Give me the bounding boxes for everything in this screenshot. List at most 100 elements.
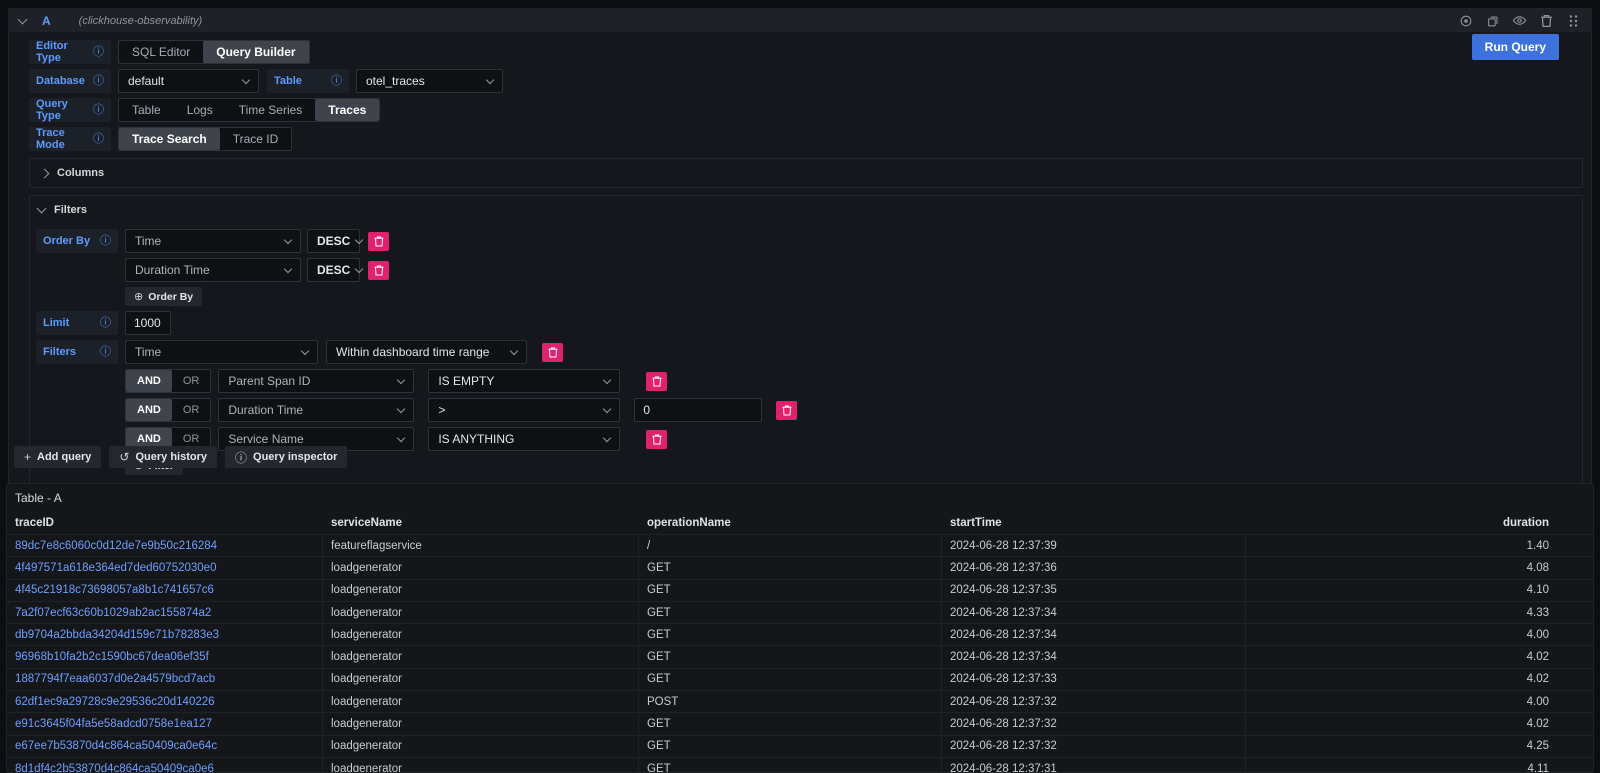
columns-section-header[interactable]: Columns: [36, 163, 1576, 183]
service-name-cell: loadgenerator: [323, 602, 639, 623]
or-option[interactable]: OR: [172, 370, 211, 392]
trace-id-link[interactable]: 4f45c21918c73698057a8b1c741657c6: [15, 584, 214, 596]
start-time-cell: 2024-06-28 12:37:39: [942, 535, 1246, 556]
conjunction-toggle: AND OR: [125, 398, 211, 422]
start-time-cell: 2024-06-28 12:37:32: [942, 691, 1246, 712]
remove-order-by-button[interactable]: [368, 261, 389, 280]
remove-filter-button[interactable]: [646, 430, 667, 449]
info-icon[interactable]: ⓘ: [93, 105, 104, 116]
order-by-field-select[interactable]: Duration Time: [125, 258, 301, 282]
collapse-chevron-icon[interactable]: [18, 14, 28, 24]
trace-id-link[interactable]: 8d1df4c2b53870d4c864ca50409ca0e6: [15, 763, 214, 773]
operation-name-cell: GET: [639, 713, 942, 734]
add-order-by-button[interactable]: ⊕ Order By: [125, 287, 202, 306]
filters-section-header[interactable]: Filters: [36, 200, 1576, 220]
start-time-cell: 2024-06-28 12:37:32: [942, 736, 1246, 757]
info-icon[interactable]: ⓘ: [100, 318, 111, 329]
trace-id-link[interactable]: 89dc7e8c6060c0d12de7e9b50c216284: [15, 540, 217, 552]
info-icon[interactable]: ⓘ: [93, 76, 104, 87]
trace-id-link[interactable]: e67ee7b53870d4c864ca50409ca0e64c: [15, 740, 217, 752]
query-type-traces[interactable]: Traces: [315, 99, 379, 121]
filter-operator-select[interactable]: IS ANYTHING: [428, 427, 620, 451]
filter-field-select[interactable]: Time: [125, 340, 318, 364]
table-row: 89dc7e8c6060c0d12de7e9b50c216284 feature…: [7, 534, 1593, 556]
eye-icon[interactable]: [1512, 13, 1527, 28]
history-icon: ↺: [119, 450, 129, 464]
and-option[interactable]: AND: [126, 370, 172, 392]
query-history-button[interactable]: ↺ Query history: [109, 446, 217, 468]
duration-cell: 4.02: [1246, 646, 1589, 667]
trace-mode-toggle: Trace Search Trace ID: [118, 127, 292, 151]
database-select[interactable]: default: [118, 69, 259, 93]
column-header-servicename[interactable]: serviceName: [323, 511, 639, 534]
operation-name-cell: GET: [639, 624, 942, 645]
order-by-direction-select[interactable]: DESC: [307, 258, 360, 282]
column-header-traceid[interactable]: traceID: [7, 511, 323, 534]
filter-value-input[interactable]: [634, 398, 762, 422]
time-filter-row: Filters ⓘ Time Within dashboard time ran…: [36, 340, 1576, 364]
info-icon[interactable]: ⓘ: [100, 236, 111, 247]
database-label: Database ⓘ: [29, 69, 111, 93]
service-name-cell: loadgenerator: [323, 691, 639, 712]
filter-operator-select[interactable]: Within dashboard time range: [326, 340, 527, 364]
help-icon[interactable]: [1458, 13, 1473, 28]
query-type-logs[interactable]: Logs: [174, 99, 226, 121]
database-row: Database ⓘ default Table ⓘ otel_traces: [29, 69, 1591, 93]
start-time-cell: 2024-06-28 12:37:34: [942, 646, 1246, 667]
remove-filter-button[interactable]: [542, 343, 563, 362]
info-icon[interactable]: ⓘ: [93, 134, 104, 145]
and-option[interactable]: AND: [126, 399, 172, 421]
trace-id-link[interactable]: 1887794f7eaa6037d0e2a4579bcd7acb: [15, 673, 215, 685]
column-header-duration[interactable]: duration: [1246, 511, 1589, 534]
trace-id-link[interactable]: e91c3645f04fa5e58adcd0758e1ea127: [15, 718, 212, 730]
remove-order-by-button[interactable]: [368, 232, 389, 251]
table-row: 4f497571a618e364ed7ded60752030e0 loadgen…: [7, 556, 1593, 578]
order-by-row-1: Order By ⓘ Time DESC: [36, 229, 1576, 253]
query-builder-tab[interactable]: Query Builder: [203, 41, 308, 63]
query-type-time-series[interactable]: Time Series: [226, 99, 316, 121]
duration-cell: 4.02: [1246, 669, 1589, 690]
add-query-button[interactable]: + Add query: [14, 446, 101, 468]
remove-filter-button[interactable]: [646, 372, 667, 391]
trash-icon[interactable]: [1539, 13, 1554, 28]
query-inspector-button[interactable]: ⓘ Query inspector: [225, 446, 347, 468]
column-header-starttime[interactable]: startTime: [942, 511, 1246, 534]
or-option[interactable]: OR: [172, 399, 211, 421]
filter-operator-select[interactable]: >: [428, 398, 620, 422]
filter-field-select[interactable]: Parent Span ID: [218, 369, 414, 393]
query-row-header[interactable]: A (clickhouse-observability): [9, 9, 1591, 32]
duplicate-icon[interactable]: [1485, 13, 1500, 28]
service-name-cell: loadgenerator: [323, 624, 639, 645]
drag-handle-icon[interactable]: [1566, 13, 1581, 28]
trace-mode-row: Trace Mode ⓘ Trace Search Trace ID: [29, 127, 1591, 151]
order-by-direction-select[interactable]: DESC: [307, 229, 360, 253]
remove-filter-button[interactable]: [776, 401, 797, 420]
order-by-field-select[interactable]: Time: [125, 229, 301, 253]
editor-type-row: Editor Type ⓘ SQL Editor Query Builder: [29, 40, 1591, 64]
trace-id-link[interactable]: 4f497571a618e364ed7ded60752030e0: [15, 562, 216, 574]
table-row: e67ee7b53870d4c864ca50409ca0e64c loadgen…: [7, 735, 1593, 757]
trace-id-tab[interactable]: Trace ID: [220, 128, 292, 150]
filter-operator-select[interactable]: IS EMPTY: [428, 369, 620, 393]
table-select[interactable]: otel_traces: [356, 69, 503, 93]
info-icon[interactable]: ⓘ: [93, 47, 104, 58]
duration-cell: 4.00: [1246, 624, 1589, 645]
operation-name-cell: GET: [639, 758, 942, 773]
sql-editor-tab[interactable]: SQL Editor: [119, 41, 203, 63]
trace-id-link[interactable]: 96968b10fa2b2c1590bc67dea06ef35f: [15, 651, 209, 663]
info-icon[interactable]: ⓘ: [331, 76, 342, 87]
service-name-cell: loadgenerator: [323, 669, 639, 690]
trace-search-tab[interactable]: Trace Search: [119, 128, 220, 150]
trace-id-link[interactable]: 62df1ec9a29728c9e29536c20d140226: [15, 696, 215, 708]
info-icon[interactable]: ⓘ: [100, 347, 111, 358]
start-time-cell: 2024-06-28 12:37:34: [942, 624, 1246, 645]
trace-id-link[interactable]: db9704a2bbda34204d159c71b78283e3: [15, 629, 219, 641]
service-name-cell: loadgenerator: [323, 713, 639, 734]
limit-input[interactable]: [125, 311, 171, 335]
query-type-table[interactable]: Table: [119, 99, 174, 121]
run-query-button[interactable]: Run Query: [1472, 34, 1559, 60]
duration-cell: 4.33: [1246, 602, 1589, 623]
column-header-operationname[interactable]: operationName: [639, 511, 942, 534]
trace-id-link[interactable]: 7a2f07ecf63c60b1029ab2ac155874a2: [15, 607, 211, 619]
filter-field-select[interactable]: Duration Time: [218, 398, 414, 422]
